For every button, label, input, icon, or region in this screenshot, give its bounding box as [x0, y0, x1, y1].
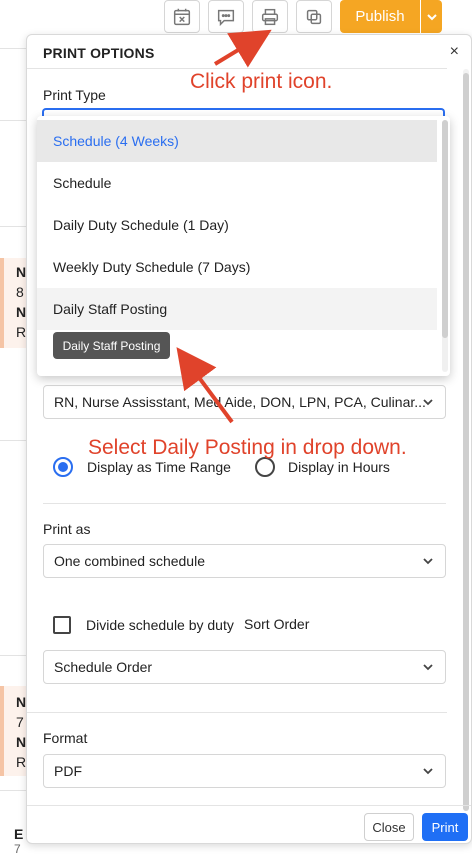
- annotation-arrow-print: [176, 29, 272, 424]
- annotation-select-daily: Select Daily Posting in drop down.: [88, 436, 407, 459]
